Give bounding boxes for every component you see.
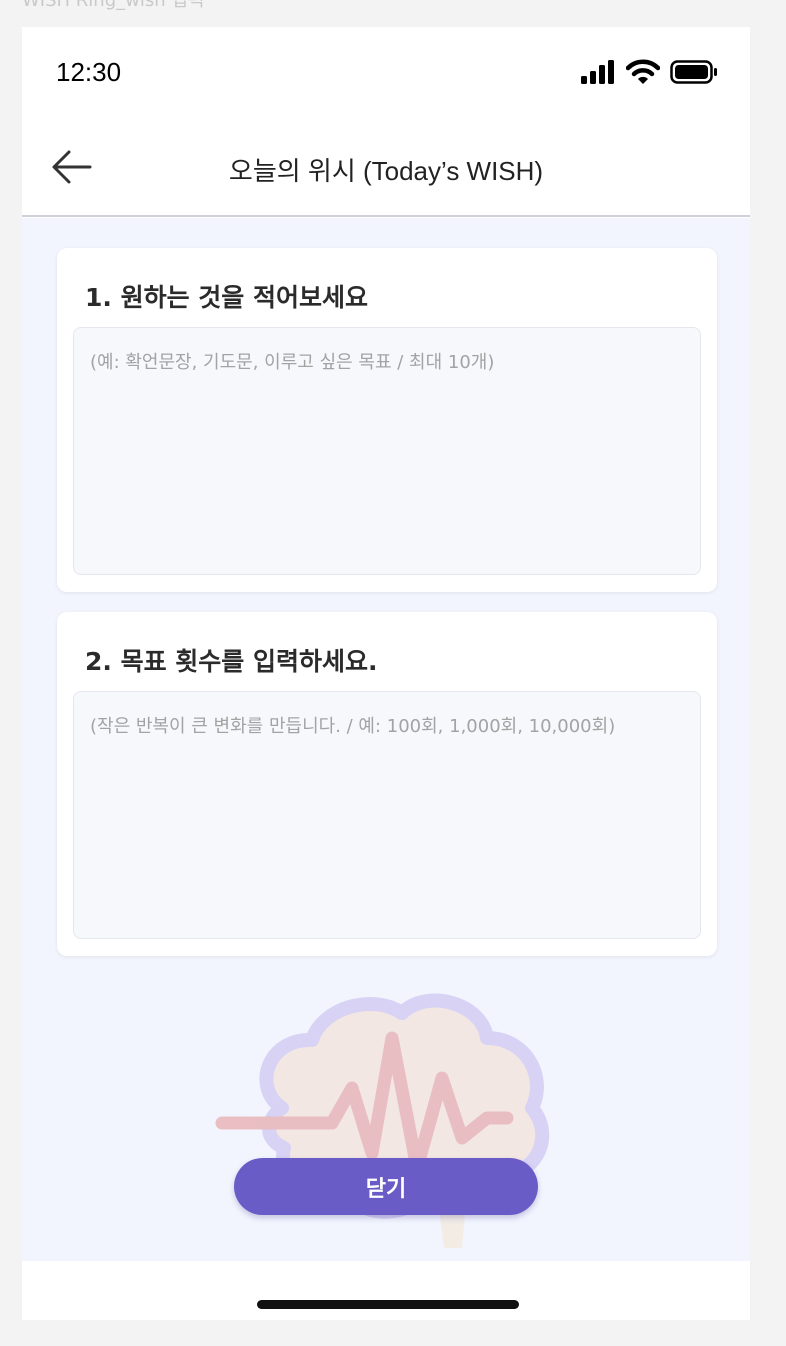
signal-icon [581, 60, 614, 84]
goal-count-card-title: 2. 목표 횟수를 입력하세요. [85, 647, 378, 676]
content-area: 1. 원하는 것을 적어보세요 2. 목표 횟수를 입력하세요. 닫기 [22, 218, 750, 1261]
goal-count-card: 2. 목표 횟수를 입력하세요. [57, 612, 717, 956]
phone-screen: 12:30 오늘의 위시 (Today’s WISH) 1. 원하는 것을 적어… [22, 27, 750, 1320]
page-title: 오늘의 위시 (Today’s WISH) [228, 156, 544, 186]
frame-label: WISH Ring_wish 입력 [22, 0, 205, 11]
battery-icon [670, 60, 717, 84]
wish-card-title: 1. 원하는 것을 적어보세요 [85, 283, 369, 312]
wish-card: 1. 원하는 것을 적어보세요 [57, 248, 717, 592]
wifi-icon [626, 59, 660, 84]
home-indicator [257, 1300, 519, 1309]
status-time: 12:30 [56, 57, 122, 87]
goal-count-input[interactable] [73, 691, 701, 939]
status-icons [580, 59, 718, 85]
close-button[interactable]: 닫기 [234, 1158, 538, 1215]
status-bar: 12:30 [22, 27, 750, 119]
nav-bar: 오늘의 위시 (Today’s WISH) [22, 119, 750, 217]
wish-text-input[interactable] [73, 327, 701, 575]
